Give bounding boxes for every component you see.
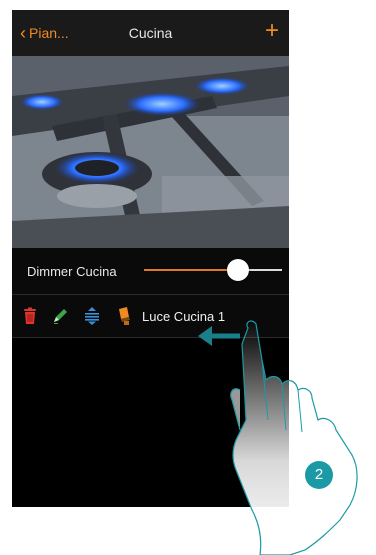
stove-burner-image — [12, 56, 289, 248]
dimmer-slider[interactable] — [144, 259, 282, 281]
navigation-bar: ‹ Pian... Cucina + — [12, 10, 289, 56]
dimmer-label: Dimmer Cucina — [27, 264, 117, 279]
dimmer-slider-fill — [144, 269, 238, 271]
app-screen: ‹ Pian... Cucina + Dimmer Cucina Luce Cu… — [12, 10, 289, 507]
page-title: Cucina — [128, 25, 173, 41]
trash-icon[interactable] — [20, 306, 40, 326]
dimmer-row: Dimmer Cucina — [12, 248, 289, 295]
pencil-icon[interactable] — [50, 306, 70, 326]
list-item[interactable]: Luce Cucina 1 — [12, 295, 289, 338]
step-badge: 2 — [305, 461, 333, 489]
dimmer-slider-thumb[interactable] — [226, 259, 249, 281]
reorder-icon[interactable] — [82, 306, 102, 326]
lamp-icon — [116, 306, 136, 326]
item-label: Luce Cucina 1 — [142, 309, 226, 324]
add-button[interactable]: + — [265, 19, 279, 43]
room-photo — [12, 56, 289, 248]
